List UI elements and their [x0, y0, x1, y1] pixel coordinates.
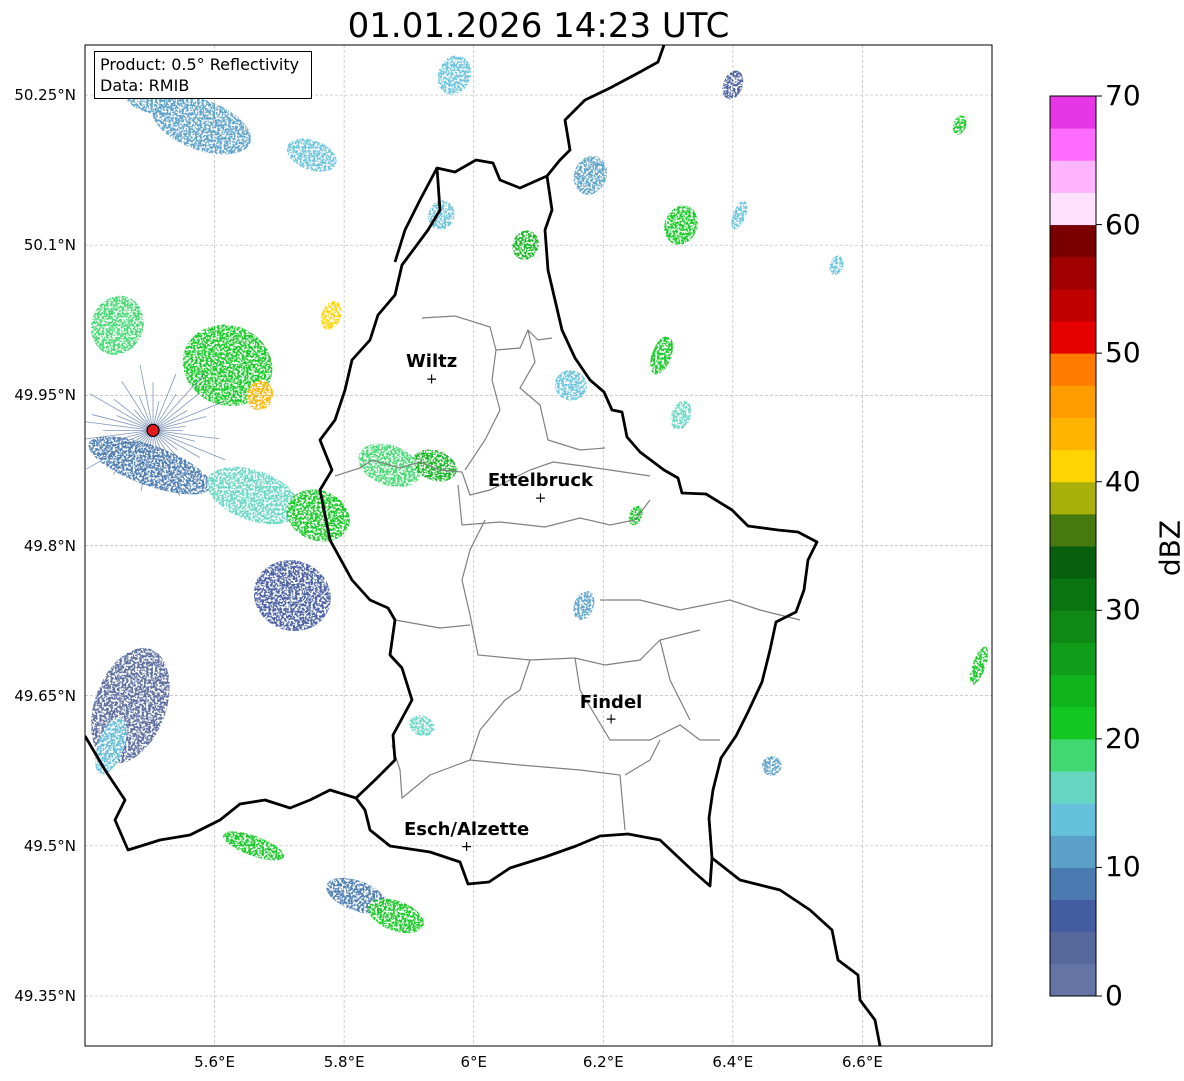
colorbar-swatch [1050, 867, 1096, 901]
colorbar-swatch [1050, 706, 1096, 740]
colorbar-swatch [1050, 931, 1096, 965]
colorbar-swatch [1050, 224, 1096, 258]
lat-tick-label: 49.8°N [23, 536, 76, 555]
colorbar-label: dBZ [1153, 519, 1184, 577]
colorbar-swatch [1050, 738, 1096, 772]
colorbar-swatch [1050, 963, 1096, 997]
city-label: Findel [579, 691, 643, 713]
lon-tick-label: 6.4°E [712, 1053, 754, 1071]
colorbar-swatch [1050, 481, 1096, 515]
colorbar-swatch [1050, 321, 1096, 354]
colorbar-swatch [1050, 417, 1096, 451]
colorbar-swatch [1050, 192, 1096, 226]
colorbar-swatch [1050, 449, 1096, 483]
colorbar-tick-label: 0 [1105, 979, 1123, 1012]
colorbar-swatch [1050, 899, 1096, 933]
city-marker: + [605, 712, 617, 728]
lat-tick-label: 49.95°N [14, 386, 76, 405]
colorbar-swatch [1050, 128, 1096, 161]
colorbar-swatch [1050, 674, 1096, 708]
lat-tick-label: 49.5°N [23, 836, 76, 855]
colorbar-tick-label: 40 [1105, 464, 1141, 498]
lon-tick-label: 5.6°E [194, 1053, 235, 1071]
colorbar-swatch [1050, 803, 1096, 836]
colorbar-swatch [1050, 160, 1096, 193]
colorbar-swatch [1050, 546, 1096, 579]
city-marker: + [426, 371, 438, 387]
radar-site-marker [146, 423, 160, 437]
city-label: Wiltz [405, 351, 458, 373]
lon-tick-label: 6.6°E [842, 1053, 883, 1071]
lat-tick-label: 50.25°N [14, 86, 76, 105]
city-marker: + [535, 490, 547, 506]
colorbar-swatch [1050, 353, 1096, 386]
lat-tick-label: 49.65°N [14, 686, 76, 705]
radar-site-dot [146, 423, 160, 437]
colorbar-tick-label: 20 [1105, 721, 1141, 755]
city-label: Esch/Alzette [403, 818, 530, 840]
city-label: Ettelbruck [487, 470, 593, 492]
colorbar-swatch [1050, 513, 1096, 547]
lon-tick-label: 6°E [460, 1053, 487, 1071]
colorbar-swatch [1050, 610, 1096, 643]
lon-tick-label: 5.8°E [323, 1053, 365, 1071]
lat-tick-label: 49.35°N [14, 986, 76, 1005]
info-box: Product: 0.5° Reflectivity Data: RMIB [94, 51, 312, 99]
lat-tick-label: 50.1°N [23, 236, 76, 255]
radar-map: + + + + [84, 44, 1102, 1047]
city-marker: + [461, 839, 473, 855]
colorbar-tick-label: 70 [1105, 79, 1141, 112]
lon-tick-label: 6.2°E [582, 1053, 624, 1071]
colorbar-swatch [1050, 642, 1096, 676]
colorbar-swatch [1050, 771, 1096, 804]
colorbar-swatch [1050, 578, 1096, 611]
data-source-text: Data: RMIB [100, 76, 190, 95]
colorbar-tick-label: 10 [1105, 850, 1141, 884]
colorbar [1049, 95, 1102, 997]
colorbar-swatch [1050, 835, 1096, 868]
colorbar-swatch [1050, 96, 1096, 129]
colorbar-swatch [1050, 288, 1096, 322]
product-text: Product: 0.5° Reflectivity [100, 55, 300, 74]
colorbar-swatch [1050, 385, 1096, 418]
colorbar-tick-label: 30 [1105, 593, 1141, 627]
colorbar-tick-label: 50 [1105, 336, 1141, 370]
colorbar-swatch [1050, 256, 1096, 290]
colorbar-tick-label: 60 [1105, 207, 1141, 241]
